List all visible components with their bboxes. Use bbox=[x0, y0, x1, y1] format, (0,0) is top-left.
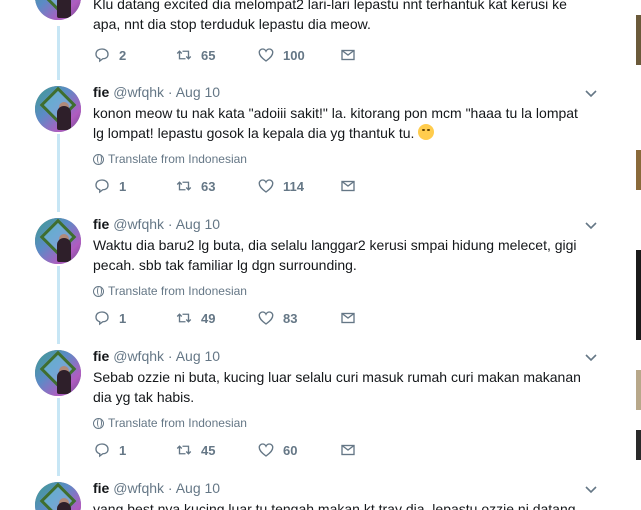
reply-button[interactable]: 1 bbox=[93, 177, 175, 195]
display-name[interactable]: fie bbox=[93, 84, 109, 100]
avatar[interactable] bbox=[35, 350, 81, 396]
handle[interactable]: @wfqhk bbox=[113, 480, 164, 496]
globe-icon bbox=[93, 417, 104, 429]
retweet-icon bbox=[176, 313, 192, 323]
timestamp[interactable]: · Aug 10 bbox=[168, 216, 220, 232]
reply-count: 1 bbox=[119, 310, 127, 326]
retweet-icon bbox=[176, 181, 192, 191]
avatar[interactable] bbox=[35, 482, 81, 510]
mail-icon bbox=[341, 312, 355, 324]
retweet-count: 45 bbox=[201, 442, 216, 458]
translate-link[interactable]: Translate from Indonesian bbox=[93, 415, 593, 431]
thread-connector bbox=[57, 266, 60, 344]
retweet-button[interactable]: 65 bbox=[175, 46, 257, 64]
avatar[interactable] bbox=[35, 218, 81, 264]
dm-button[interactable] bbox=[339, 309, 423, 327]
tweet-actions: 1 45 60 bbox=[93, 441, 423, 459]
reply-icon bbox=[95, 311, 109, 326]
like-count: 60 bbox=[283, 442, 298, 458]
translate-link[interactable]: Translate from Indonesian bbox=[93, 151, 593, 167]
retweet-count: 49 bbox=[201, 310, 216, 326]
background-image-fragment bbox=[636, 430, 641, 460]
tweet-text: Klu datang excited dia melompat2 lari-la… bbox=[93, 0, 567, 32]
background-strip bbox=[626, 0, 641, 510]
reply-button[interactable]: 1 bbox=[93, 441, 175, 459]
reply-button[interactable]: 2 bbox=[93, 46, 175, 64]
dm-button[interactable] bbox=[339, 441, 423, 459]
thread-connector bbox=[57, 134, 60, 212]
retweet-button[interactable]: 49 bbox=[175, 309, 257, 327]
like-button[interactable]: 100 bbox=[257, 46, 339, 64]
tweet-header: fie @wfqhk · Aug 10 bbox=[93, 479, 593, 497]
mail-icon bbox=[341, 444, 355, 456]
retweet-icon bbox=[176, 50, 192, 60]
thread-connector bbox=[57, 398, 60, 476]
heart-icon bbox=[258, 48, 274, 62]
tweet-text: konon meow tu nak kata "adoiii sakit!" l… bbox=[93, 105, 578, 141]
tweet-text: Waktu dia baru2 lg buta, dia selalu lang… bbox=[93, 237, 577, 273]
background-image-fragment bbox=[636, 250, 641, 340]
tweet-header: fie @wfqhk · Aug 10 bbox=[93, 347, 593, 365]
background-image-fragment bbox=[636, 150, 641, 190]
like-count: 114 bbox=[283, 178, 304, 194]
like-button[interactable]: 60 bbox=[257, 441, 339, 459]
tweet-actions: 2 65 100 bbox=[93, 46, 423, 64]
retweet-count: 65 bbox=[201, 47, 216, 63]
heart-icon bbox=[258, 443, 274, 457]
reply-icon bbox=[95, 179, 109, 194]
handle[interactable]: @wfqhk bbox=[113, 84, 164, 100]
timestamp[interactable]: · Aug 10 bbox=[168, 348, 220, 364]
heart-icon bbox=[258, 311, 274, 325]
dm-button[interactable] bbox=[339, 46, 423, 64]
tweet-header: fie @wfqhk · Aug 10 bbox=[93, 83, 593, 101]
reply-count: 2 bbox=[119, 47, 127, 63]
timestamp[interactable]: · Aug 10 bbox=[168, 84, 220, 100]
like-button[interactable]: 114 bbox=[257, 177, 339, 195]
mail-icon bbox=[341, 49, 355, 61]
dm-button[interactable] bbox=[339, 177, 423, 195]
avatar[interactable] bbox=[35, 86, 81, 132]
tweet-thread: Klu datang excited dia melompat2 lari-la… bbox=[0, 0, 626, 510]
reply-icon bbox=[95, 48, 109, 63]
globe-icon bbox=[93, 285, 104, 297]
avatar[interactable] bbox=[35, 0, 81, 20]
background-image-fragment bbox=[636, 370, 641, 410]
handle[interactable]: @wfqhk bbox=[113, 216, 164, 232]
tweet-text: Sebab ozzie ni buta, kucing luar selalu … bbox=[93, 369, 581, 405]
reply-count: 1 bbox=[119, 442, 127, 458]
translate-link[interactable]: Translate from Indonesian bbox=[93, 283, 593, 299]
background-image-fragment bbox=[636, 15, 641, 65]
display-name[interactable]: fie bbox=[93, 348, 109, 364]
retweet-button[interactable]: 63 bbox=[175, 177, 257, 195]
timestamp[interactable]: · Aug 10 bbox=[168, 480, 220, 496]
chevron-down-icon[interactable] bbox=[585, 484, 597, 496]
like-button[interactable]: 83 bbox=[257, 309, 339, 327]
reply-button[interactable]: 1 bbox=[93, 309, 175, 327]
mail-icon bbox=[341, 180, 355, 192]
thread-connector bbox=[57, 26, 60, 80]
chevron-down-icon[interactable] bbox=[585, 220, 597, 232]
heart-icon bbox=[258, 179, 274, 193]
like-count: 100 bbox=[283, 47, 305, 63]
reply-icon bbox=[95, 443, 109, 458]
retweet-icon bbox=[176, 445, 192, 455]
chevron-down-icon[interactable] bbox=[585, 352, 597, 364]
tweet-actions: 1 63 114 bbox=[93, 177, 423, 195]
display-name[interactable]: fie bbox=[93, 216, 109, 232]
handle[interactable]: @wfqhk bbox=[113, 348, 164, 364]
reply-count: 1 bbox=[119, 178, 127, 194]
retweet-count: 63 bbox=[201, 178, 216, 194]
retweet-button[interactable]: 45 bbox=[175, 441, 257, 459]
tweet-actions: 1 49 83 bbox=[93, 309, 423, 327]
emoji-icon bbox=[418, 124, 435, 140]
display-name[interactable]: fie bbox=[93, 480, 109, 496]
chevron-down-icon[interactable] bbox=[585, 88, 597, 100]
tweet-text: yang best nya kucing luar tu tengah maka… bbox=[93, 501, 576, 510]
tweet-header: fie @wfqhk · Aug 10 bbox=[93, 215, 593, 233]
globe-icon bbox=[93, 153, 104, 165]
like-count: 83 bbox=[283, 310, 298, 326]
